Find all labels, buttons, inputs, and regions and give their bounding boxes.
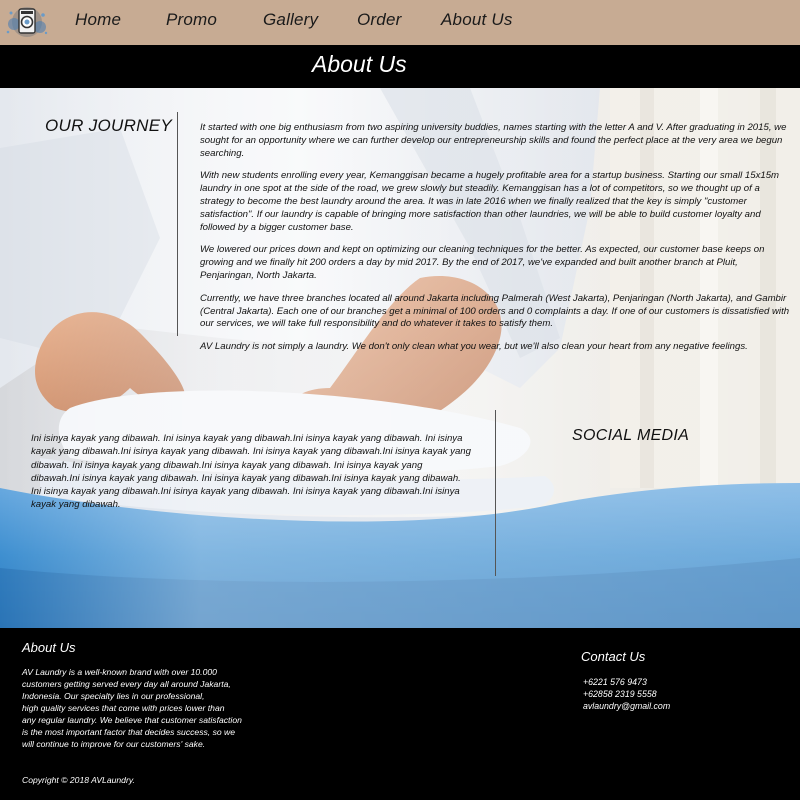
footer-about-line: is the most important factor that decide…	[22, 727, 236, 737]
divider-vertical	[495, 410, 496, 576]
copyright-text: Copyright © 2018 AVLaundry.	[22, 775, 135, 785]
nav-link-gallery[interactable]: Gallery	[263, 10, 318, 30]
journey-paragraph: We lowered our prices down and kept on o…	[200, 244, 765, 281]
footer-contact-list: +6221 576 9473 +62858 2319 5558 avlaundr…	[583, 676, 670, 712]
footer-about-line: Indonesia. Our specialty lies in our pro…	[22, 691, 205, 701]
journey-heading: OUR JOURNEY	[45, 116, 173, 135]
nav-link-order[interactable]: Order	[357, 10, 401, 30]
placeholder-text: Ini isinya kayak yang dibawah. Ini isiny…	[31, 433, 471, 511]
journey-paragraph: AV Laundry is not simply a laundry. We d…	[200, 341, 748, 353]
footer-about-line: AV Laundry is a well-known brand with ov…	[22, 667, 217, 677]
journey-paragraph: It started with one big enthusiasm from …	[200, 122, 787, 159]
footer-contact-heading: Contact Us	[581, 649, 646, 664]
journey-text: It started with one big enthusiasm from …	[200, 122, 790, 364]
nav-link-about-us[interactable]: About Us	[441, 10, 513, 30]
title-bar: About Us	[0, 45, 800, 88]
top-navigation: Home Promo Gallery Order About Us	[0, 0, 800, 45]
journey-paragraph: Currently, we have three branches locate…	[200, 292, 790, 330]
hero-section: OUR JOURNEY It started with one big enth…	[0, 88, 800, 628]
footer: About Us AV Laundry is a well-known bran…	[0, 628, 800, 800]
laundry-logo-icon[interactable]	[3, 3, 51, 41]
contact-phone-1[interactable]: +6221 576 9473	[583, 676, 670, 688]
nav-link-home[interactable]: Home	[75, 10, 121, 30]
footer-about-text: AV Laundry is a well-known brand with ov…	[22, 666, 272, 750]
social-media-heading: SOCIAL MEDIA	[572, 427, 690, 444]
footer-about-line: will continue to improve for our custome…	[22, 739, 206, 749]
contact-phone-2[interactable]: +62858 2319 5558	[583, 688, 670, 700]
footer-about-line: any regular laundry. We believe that cus…	[22, 715, 242, 725]
contact-email[interactable]: avlaundry@gmail.com	[583, 700, 670, 712]
footer-about-line: high quality services that come with pri…	[22, 703, 225, 713]
footer-about-line: customers getting served every day all a…	[22, 679, 231, 689]
nav-link-promo[interactable]: Promo	[166, 10, 217, 30]
journey-paragraph: With new students enrolling every year, …	[200, 170, 780, 233]
footer-about-heading: About Us	[22, 640, 76, 655]
divider-vertical	[177, 112, 178, 336]
page-title: About Us	[312, 51, 407, 77]
